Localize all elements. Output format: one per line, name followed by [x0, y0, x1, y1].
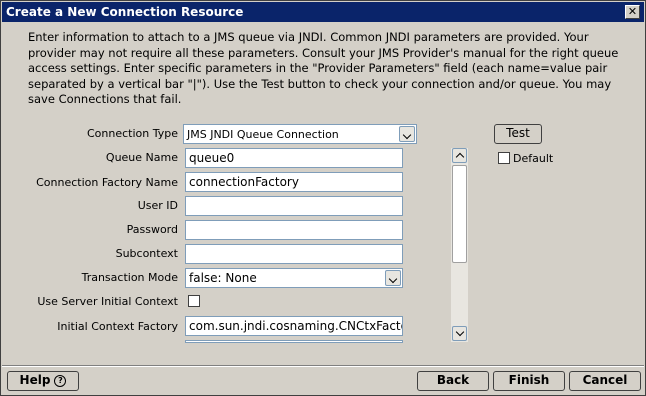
close-button[interactable]: ✕ — [625, 5, 640, 19]
next-field-partial — [185, 340, 403, 343]
connection-factory-name-label: Connection Factory Name — [36, 176, 178, 189]
chevron-down-icon[interactable] — [452, 326, 467, 341]
use-server-initial-context-label: Use Server Initial Context — [37, 295, 178, 308]
dialog-window: Create a New Connection Resource ✕ Enter… — [0, 0, 646, 396]
footer-divider-highlight — [2, 366, 644, 367]
connection-type-select[interactable]: JMS JNDI Queue Connection — [183, 124, 417, 144]
help-button-label: Help — [19, 373, 51, 387]
help-icon: ? — [54, 374, 67, 387]
password-input[interactable] — [185, 220, 403, 240]
transaction-mode-value: false: None — [189, 271, 257, 285]
cancel-button[interactable]: Cancel — [569, 371, 641, 391]
subcontext-input[interactable] — [185, 244, 403, 264]
initial-context-factory-input[interactable]: com.sun.jndi.cosnaming.CNCtxFactory — [185, 316, 403, 336]
transaction-mode-select[interactable]: false: None — [185, 268, 403, 288]
scrollbar-thumb[interactable] — [452, 165, 467, 263]
help-button[interactable]: Help ? — [7, 371, 79, 391]
title-bar: Create a New Connection Resource ✕ — [2, 2, 644, 22]
transaction-mode-label: Transaction Mode — [81, 271, 178, 284]
default-label: Default — [513, 152, 554, 165]
subcontext-label: Subcontext — [115, 247, 178, 260]
form-scrollbar[interactable] — [451, 148, 468, 342]
user-id-input[interactable] — [185, 196, 403, 216]
connection-type-value: JMS JNDI Queue Connection — [187, 128, 339, 141]
close-icon: ✕ — [627, 5, 638, 18]
test-button[interactable]: Test — [494, 124, 542, 144]
chevron-up-icon[interactable] — [452, 148, 467, 163]
connection-type-label: Connection Type — [86, 127, 178, 140]
instructions-text: Enter information to attach to a JMS que… — [28, 30, 619, 106]
finish-button[interactable]: Finish — [493, 371, 565, 391]
user-id-label: User ID — [137, 199, 178, 212]
dialog-title: Create a New Connection Resource — [6, 5, 244, 19]
back-button[interactable]: Back — [417, 371, 489, 391]
password-label: Password — [126, 223, 178, 236]
queue-name-label: Queue Name — [105, 151, 178, 164]
chevron-down-icon[interactable] — [399, 126, 415, 142]
use-server-initial-context-checkbox[interactable] — [188, 295, 200, 307]
default-checkbox[interactable] — [498, 152, 510, 164]
chevron-down-icon[interactable] — [385, 270, 401, 286]
queue-name-input[interactable]: queue0 — [185, 148, 403, 168]
initial-context-factory-label: Initial Context Factory — [57, 320, 178, 333]
connection-factory-name-input[interactable]: connectionFactory — [185, 172, 403, 192]
